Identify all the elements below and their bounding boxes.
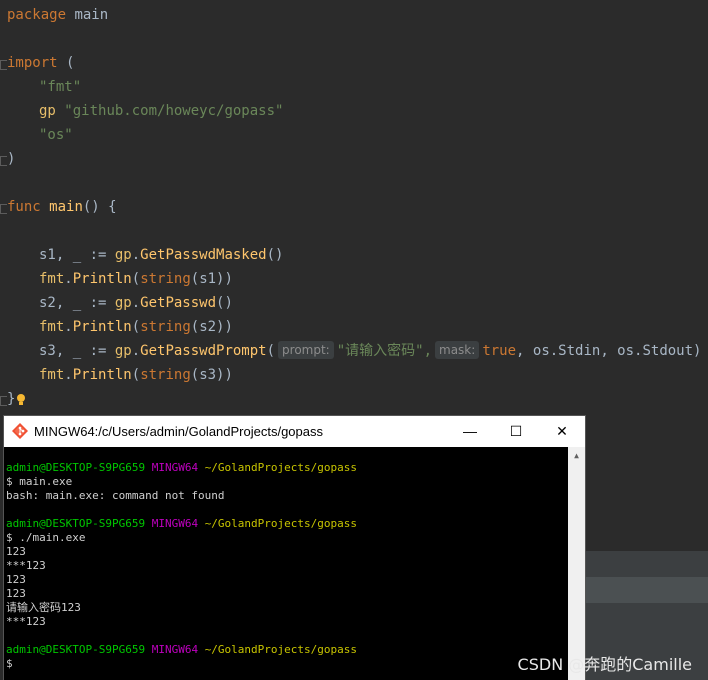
package-ref: gp (114, 295, 132, 311)
code-line-println-s2[interactable]: fmt.Println(string(s2)) (7, 315, 233, 339)
terminal-scrollbar[interactable]: ▲ (568, 447, 585, 680)
fold-marker[interactable] (0, 60, 7, 70)
args: , os.Stdin, os.Stdout) (516, 343, 702, 359)
code-line-import-gopass[interactable]: gp "github.com/howeyc/gopass" (7, 99, 283, 123)
package-ref: gp (114, 247, 132, 263)
fold-marker[interactable] (0, 156, 7, 166)
terminal-prompt-line: admin@DESKTOP-S9PG659 MINGW64 ~/GolandPr… (6, 461, 358, 474)
code-line-close-brace[interactable]: } (7, 387, 15, 411)
terminal-output[interactable]: admin@DESKTOP-S9PG659 MINGW64 ~/GolandPr… (4, 447, 568, 680)
terminal-line: $ ./main.exe (6, 531, 86, 544)
terminal-titlebar[interactable]: MINGW64:/c/Users/admin/GolandProjects/go… (4, 416, 585, 447)
code-line-func[interactable]: func main() { (7, 195, 117, 219)
function-name: main (49, 199, 83, 215)
package-ref: fmt (39, 271, 65, 287)
keyword: func (7, 199, 41, 215)
string-literal: "os" (39, 127, 73, 143)
close-button[interactable]: ✕ (539, 416, 585, 447)
import-alias: gp (39, 103, 56, 119)
terminal-line: 123 (6, 587, 26, 600)
minimize-button[interactable]: — (447, 416, 493, 447)
paren: ( (66, 55, 75, 71)
maximize-button[interactable]: ☐ (493, 416, 539, 447)
code-line-import-fmt[interactable]: "fmt" (7, 75, 81, 99)
package-ref: gp (114, 343, 132, 359)
method-call: GetPasswdMasked (140, 247, 267, 263)
code-line-s3[interactable]: s3, _ := gp.GetPasswdPrompt(prompt: "请输入密… (7, 339, 701, 363)
brace: } (7, 391, 16, 407)
string-literal: "fmt" (39, 79, 82, 95)
panel-row-selected[interactable] (584, 577, 708, 603)
builtin-type: string (140, 319, 191, 335)
assignment: s3, _ := (39, 343, 115, 359)
terminal-line: 123 (6, 545, 26, 558)
keyword: import (7, 55, 58, 71)
code-line-s1[interactable]: s1, _ := gp.GetPasswdMasked() (7, 243, 283, 267)
code-line-package[interactable]: package main (7, 3, 108, 27)
terminal-title: MINGW64:/c/Users/admin/GolandProjects/go… (34, 424, 323, 439)
method-call: Println (72, 367, 132, 383)
terminal-line: 请输入密码123 (6, 601, 81, 614)
identifier: main (74, 7, 109, 23)
terminal-line: ***123 (6, 559, 46, 572)
assignment: s1, _ := (39, 247, 115, 263)
string-literal: "github.com/howeyc/gopass" (64, 103, 284, 119)
terminal-prompt-line: admin@DESKTOP-S9PG659 MINGW64 ~/GolandPr… (6, 643, 358, 656)
terminal-line: 123 (6, 573, 26, 586)
git-bash-icon (12, 423, 28, 439)
close-icon: ✕ (556, 423, 568, 439)
terminal-prompt-line: admin@DESKTOP-S9PG659 MINGW64 ~/GolandPr… (6, 517, 358, 530)
code-line-println-s3[interactable]: fmt.Println(string(s3)) (7, 363, 233, 387)
maximize-icon: ☐ (509, 423, 523, 439)
code-line-println-s1[interactable]: fmt.Println(string(s1)) (7, 267, 233, 291)
assignment: s2, _ := (39, 295, 115, 311)
terminal-window[interactable]: MINGW64:/c/Users/admin/GolandProjects/go… (4, 416, 585, 680)
panel-header (584, 551, 708, 577)
builtin-type: string (140, 367, 191, 383)
terminal-line: $ (6, 657, 13, 670)
editor-panel (584, 431, 708, 551)
method-call: Println (72, 271, 132, 287)
scroll-up-arrow-icon[interactable]: ▲ (568, 447, 585, 464)
terminal-line: ***123 (6, 615, 46, 628)
code-line-import[interactable]: import ( (7, 51, 74, 75)
package-ref: fmt (39, 319, 65, 335)
method-call: GetPasswdPrompt (140, 343, 267, 359)
args: () (266, 247, 284, 263)
builtin-type: string (140, 271, 191, 287)
fold-marker[interactable] (0, 204, 7, 214)
minimize-icon: — (463, 423, 477, 439)
param-hint-mask: mask: (435, 341, 480, 359)
code-line-s2[interactable]: s2, _ := gp.GetPasswd() (7, 291, 233, 315)
terminal-line: $ main.exe (6, 475, 73, 488)
method-call: Println (72, 319, 132, 335)
code-line-close-paren[interactable]: ) (7, 147, 15, 171)
method-call: GetPasswd (140, 295, 217, 311)
code-line-import-os[interactable]: "os" (7, 123, 73, 147)
args: () (216, 295, 233, 311)
fold-marker[interactable] (0, 396, 7, 406)
watermark: CSDN @奔跑的Camille (517, 655, 692, 674)
lightbulb-icon[interactable] (16, 394, 26, 407)
paren: ) (7, 151, 16, 167)
string-literal: "请输入密码", (336, 343, 433, 359)
package-ref: fmt (39, 367, 65, 383)
param-hint-prompt: prompt: (278, 341, 334, 359)
terminal-line: bash: main.exe: command not found (6, 489, 225, 502)
paren: () { (82, 199, 117, 215)
keyword: package (7, 7, 67, 23)
bool-literal: true (482, 343, 517, 359)
